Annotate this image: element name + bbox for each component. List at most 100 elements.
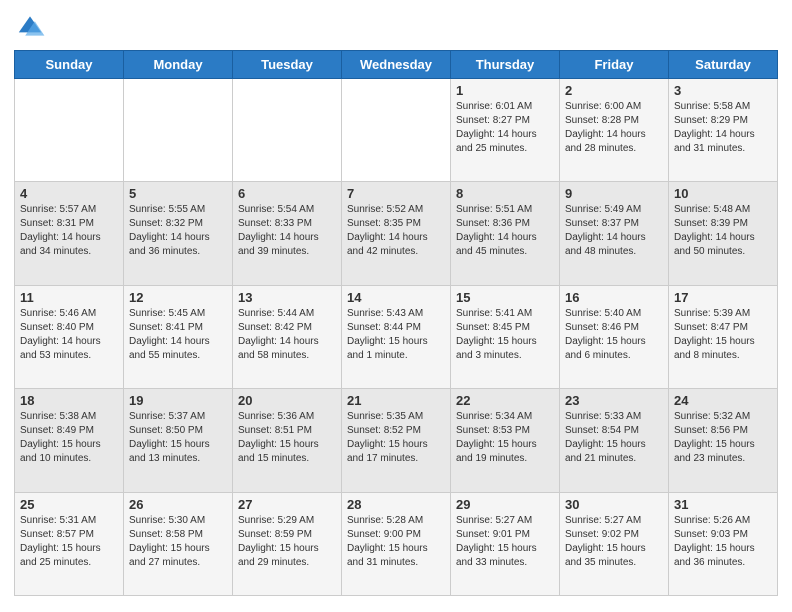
calendar-cell: 9 Sunrise: 5:49 AMSunset: 8:37 PMDaylight… — [560, 182, 669, 285]
cell-info: Sunrise: 5:31 AMSunset: 8:57 PMDaylight:… — [20, 514, 118, 570]
week-row-1: 1 Sunrise: 6:01 AMSunset: 8:27 PMDaylight… — [15, 79, 778, 182]
calendar-cell: 29Sunrise: 5:27 AMSunset: 9:01 PMDayligh… — [451, 492, 560, 595]
calendar-cell: 5 Sunrise: 5:55 AMSunset: 8:32 PMDaylight… — [124, 182, 233, 285]
day-number: 26 — [129, 497, 227, 512]
day-header-thursday: Thursday — [451, 51, 560, 79]
cell-info: Sunrise: 5:37 AMSunset: 8:50 PMDaylight:… — [129, 410, 227, 466]
cell-info: Sunrise: 5:30 AMSunset: 8:58 PMDaylight:… — [129, 514, 227, 570]
calendar-cell: 14 Sunrise: 5:43 AMSunset: 8:44 PMDayligh… — [342, 285, 451, 388]
calendar-cell: 26 Sunrise: 5:30 AMSunset: 8:58 PMDayligh… — [124, 492, 233, 595]
cell-info: Sunrise: 5:43 AMSunset: 8:44 PMDaylight:… — [347, 307, 445, 363]
day-number: 8 — [456, 186, 554, 201]
calendar-cell: 2Sunrise: 6:00 AMSunset: 8:28 PMDaylight… — [560, 79, 669, 182]
calendar-cell: 6Sunrise: 5:54 AMSunset: 8:33 PMDaylight… — [233, 182, 342, 285]
day-number: 11 — [20, 290, 118, 305]
day-number: 13 — [238, 290, 336, 305]
calendar-cell: 27Sunrise: 5:29 AMSunset: 8:59 PMDayligh… — [233, 492, 342, 595]
day-header-wednesday: Wednesday — [342, 51, 451, 79]
calendar-cell: 7 Sunrise: 5:52 AMSunset: 8:35 PMDaylight… — [342, 182, 451, 285]
day-header-monday: Monday — [124, 51, 233, 79]
day-number: 21 — [347, 393, 445, 408]
day-header-tuesday: Tuesday — [233, 51, 342, 79]
day-number: 14 — [347, 290, 445, 305]
day-number: 2 — [565, 83, 663, 98]
calendar-cell: 16 Sunrise: 5:40 AMSunset: 8:46 PMDayligh… — [560, 285, 669, 388]
day-number: 31 — [674, 497, 772, 512]
calendar-cell: 23Sunrise: 5:33 AMSunset: 8:54 PMDayligh… — [560, 389, 669, 492]
day-number: 19 — [129, 393, 227, 408]
week-row-3: 11 Sunrise: 5:46 AMSunset: 8:40 PMDayligh… — [15, 285, 778, 388]
calendar-header: SundayMondayTuesdayWednesdayThursdayFrid… — [15, 51, 778, 79]
cell-info: Sunrise: 5:46 AMSunset: 8:40 PMDaylight:… — [20, 307, 118, 363]
day-header-saturday: Saturday — [669, 51, 778, 79]
day-header-sunday: Sunday — [15, 51, 124, 79]
calendar-table: SundayMondayTuesdayWednesdayThursdayFrid… — [14, 50, 778, 596]
cell-info: Sunrise: 5:40 AMSunset: 8:46 PMDaylight:… — [565, 307, 663, 363]
cell-info: Sunrise: 5:38 AMSunset: 8:49 PMDaylight:… — [20, 410, 118, 466]
cell-info: Sunrise: 5:35 AMSunset: 8:52 PMDaylight:… — [347, 410, 445, 466]
logo-icon — [14, 10, 46, 42]
calendar-cell: 20 Sunrise: 5:36 AMSunset: 8:51 PMDayligh… — [233, 389, 342, 492]
week-row-5: 25 Sunrise: 5:31 AMSunset: 8:57 PMDayligh… — [15, 492, 778, 595]
calendar-cell: 31 Sunrise: 5:26 AMSunset: 9:03 PMDayligh… — [669, 492, 778, 595]
cell-info: Sunrise: 5:34 AMSunset: 8:53 PMDaylight:… — [456, 410, 554, 466]
cell-info: Sunrise: 5:58 AMSunset: 8:29 PMDaylight:… — [674, 100, 772, 156]
calendar-cell: 19 Sunrise: 5:37 AMSunset: 8:50 PMDayligh… — [124, 389, 233, 492]
main-container: SundayMondayTuesdayWednesdayThursdayFrid… — [0, 0, 792, 612]
day-number: 20 — [238, 393, 336, 408]
day-number: 3 — [674, 83, 772, 98]
cell-info: Sunrise: 5:29 AMSunset: 8:59 PMDaylight:… — [238, 514, 336, 570]
cell-info: Sunrise: 5:36 AMSunset: 8:51 PMDaylight:… — [238, 410, 336, 466]
day-number: 18 — [20, 393, 118, 408]
cell-info: Sunrise: 5:32 AMSunset: 8:56 PMDaylight:… — [674, 410, 772, 466]
day-number: 24 — [674, 393, 772, 408]
calendar-cell: 30 Sunrise: 5:27 AMSunset: 9:02 PMDayligh… — [560, 492, 669, 595]
calendar-cell: 8 Sunrise: 5:51 AMSunset: 8:36 PMDaylight… — [451, 182, 560, 285]
header — [14, 10, 778, 42]
calendar-cell: 25 Sunrise: 5:31 AMSunset: 8:57 PMDayligh… — [15, 492, 124, 595]
calendar-cell: 28 Sunrise: 5:28 AMSunset: 9:00 PMDayligh… — [342, 492, 451, 595]
day-number: 23 — [565, 393, 663, 408]
day-number: 1 — [456, 83, 554, 98]
day-number: 9 — [565, 186, 663, 201]
day-number: 5 — [129, 186, 227, 201]
cell-info: Sunrise: 5:51 AMSunset: 8:36 PMDaylight:… — [456, 203, 554, 259]
cell-info: Sunrise: 5:48 AMSunset: 8:39 PMDaylight:… — [674, 203, 772, 259]
calendar-cell: 4Sunrise: 5:57 AMSunset: 8:31 PMDaylight… — [15, 182, 124, 285]
cell-info: Sunrise: 5:52 AMSunset: 8:35 PMDaylight:… — [347, 203, 445, 259]
cell-info: Sunrise: 5:27 AMSunset: 9:02 PMDaylight:… — [565, 514, 663, 570]
day-number: 10 — [674, 186, 772, 201]
week-row-4: 18 Sunrise: 5:38 AMSunset: 8:49 PMDayligh… — [15, 389, 778, 492]
day-number: 30 — [565, 497, 663, 512]
calendar-cell — [15, 79, 124, 182]
calendar-cell: 24 Sunrise: 5:32 AMSunset: 8:56 PMDayligh… — [669, 389, 778, 492]
day-number: 28 — [347, 497, 445, 512]
cell-info: Sunrise: 5:28 AMSunset: 9:00 PMDaylight:… — [347, 514, 445, 570]
day-number: 22 — [456, 393, 554, 408]
day-number: 7 — [347, 186, 445, 201]
calendar-cell: 18 Sunrise: 5:38 AMSunset: 8:49 PMDayligh… — [15, 389, 124, 492]
calendar-body: 1 Sunrise: 6:01 AMSunset: 8:27 PMDaylight… — [15, 79, 778, 596]
cell-info: Sunrise: 5:26 AMSunset: 9:03 PMDaylight:… — [674, 514, 772, 570]
calendar-cell: 10 Sunrise: 5:48 AMSunset: 8:39 PMDayligh… — [669, 182, 778, 285]
cell-info: Sunrise: 5:57 AMSunset: 8:31 PMDaylight:… — [20, 203, 118, 259]
calendar-cell: 22 Sunrise: 5:34 AMSunset: 8:53 PMDayligh… — [451, 389, 560, 492]
calendar-cell: 15Sunrise: 5:41 AMSunset: 8:45 PMDayligh… — [451, 285, 560, 388]
calendar-cell — [233, 79, 342, 182]
day-number: 6 — [238, 186, 336, 201]
calendar-cell: 12Sunrise: 5:45 AMSunset: 8:41 PMDayligh… — [124, 285, 233, 388]
day-number: 25 — [20, 497, 118, 512]
calendar-cell — [342, 79, 451, 182]
calendar-cell: 13Sunrise: 5:44 AMSunset: 8:42 PMDayligh… — [233, 285, 342, 388]
cell-info: Sunrise: 5:27 AMSunset: 9:01 PMDaylight:… — [456, 514, 554, 570]
calendar-cell: 1 Sunrise: 6:01 AMSunset: 8:27 PMDaylight… — [451, 79, 560, 182]
cell-info: Sunrise: 5:49 AMSunset: 8:37 PMDaylight:… — [565, 203, 663, 259]
cell-info: Sunrise: 6:01 AMSunset: 8:27 PMDaylight:… — [456, 100, 554, 156]
day-number: 16 — [565, 290, 663, 305]
cell-info: Sunrise: 5:45 AMSunset: 8:41 PMDaylight:… — [129, 307, 227, 363]
calendar-cell: 21 Sunrise: 5:35 AMSunset: 8:52 PMDayligh… — [342, 389, 451, 492]
logo — [14, 10, 50, 42]
day-number: 15 — [456, 290, 554, 305]
cell-info: Sunrise: 5:55 AMSunset: 8:32 PMDaylight:… — [129, 203, 227, 259]
calendar-cell: 3 Sunrise: 5:58 AMSunset: 8:29 PMDaylight… — [669, 79, 778, 182]
